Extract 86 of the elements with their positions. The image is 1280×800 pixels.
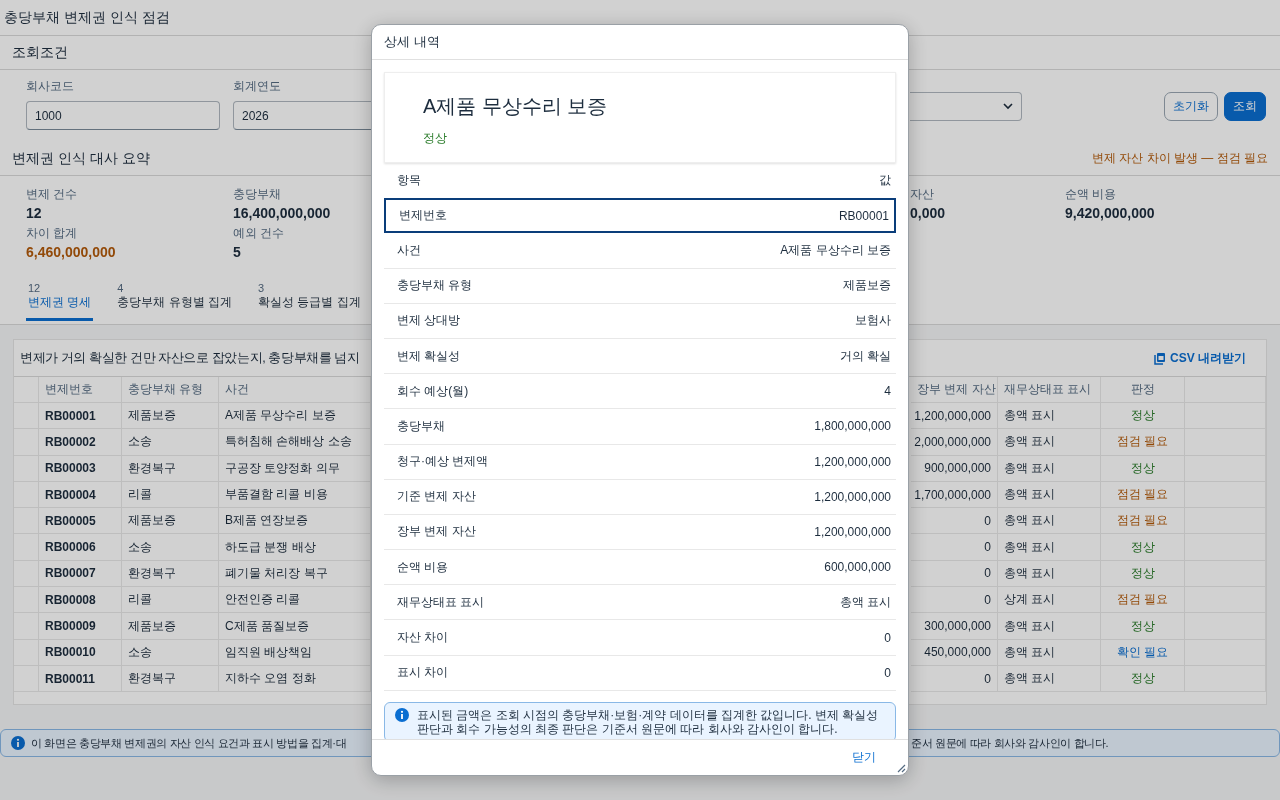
table-cell: 제품보증 xyxy=(122,403,219,430)
table-cell: RB00007 xyxy=(39,560,122,588)
table-cell: 총액 표시 xyxy=(998,403,1101,430)
status-text: 점검 필요 xyxy=(1101,587,1185,614)
status-text: 정상 xyxy=(1101,560,1185,588)
table-cell: 총액 표시 xyxy=(998,455,1101,482)
table-cell: 총액 표시 xyxy=(998,560,1101,588)
column-header: 재무상태표 표시 xyxy=(998,377,1101,403)
table-cell: 총액 표시 xyxy=(998,534,1101,561)
table-cell: 리콜 xyxy=(122,587,219,614)
column-header: 값 xyxy=(879,172,891,190)
dialog-title: 상세 내역 xyxy=(384,33,440,51)
field-label: 회계연도 xyxy=(233,78,282,95)
alert-text: 변제 자산 차이 발생 — 점검 필요 xyxy=(1092,150,1268,167)
metric-value: 9,420,000,000 xyxy=(1065,205,1156,221)
table-cell: RB00006 xyxy=(39,534,122,561)
table-cell: RB00010 xyxy=(39,639,122,666)
table-cell: 총액 표시 xyxy=(998,508,1101,535)
table-cell: 450,000,000 xyxy=(911,639,998,666)
table-cell: RB00009 xyxy=(39,613,122,640)
info-text: 이 화면은 충당부채 변제권의 자산 인식 요건과 표시 방법을 집계·대 xyxy=(31,735,347,751)
table-cell: RB00011 xyxy=(39,665,122,693)
status-text: 정상 xyxy=(1101,534,1185,561)
table-cell: 0 xyxy=(911,560,998,588)
table-cell: RB00004 xyxy=(39,481,122,509)
status-text: 점검 필요 xyxy=(1101,429,1185,456)
info-text: 준서 원문에 따라 회사와 감사인이 합니다. xyxy=(911,735,1109,751)
metric-value: 12 xyxy=(26,205,43,221)
status-text: 정상 xyxy=(1101,613,1185,640)
column-header: 장부 변제 자산 xyxy=(911,377,998,403)
metric-value: 5 xyxy=(233,244,242,260)
status-text: 정상 xyxy=(423,130,448,147)
table-cell: 총액 표시 xyxy=(998,429,1101,456)
table-cell: 1,200,000,000 xyxy=(911,403,998,430)
metric-label: 순액 비용 xyxy=(1065,186,1118,203)
table-cell: 환경복구 xyxy=(122,665,219,693)
metric-value: 6,460,000,000 xyxy=(26,244,117,260)
table-cell: 환경복구 xyxy=(122,455,219,482)
metric-label: 충당부채 xyxy=(233,186,282,203)
section-title: 변제권 인식 대사 요약 xyxy=(12,149,150,168)
table-cell: RB00008 xyxy=(39,587,122,614)
panel-title: 조회조건 xyxy=(12,43,68,62)
table-cell: RB00002 xyxy=(39,429,122,456)
table-cell: 소송 xyxy=(122,639,219,666)
table-cell: 총액 표시 xyxy=(998,481,1101,509)
metric-label: 변제 건수 xyxy=(26,186,79,203)
status-text: 확인 필요 xyxy=(1101,639,1185,666)
table-cell: RB00005 xyxy=(39,508,122,535)
table-cell: 소송 xyxy=(122,429,219,456)
table-cell: RB00001 xyxy=(39,403,122,430)
table-caption: 변제가 거의 확실한 건만 자산으로 잡았는지, 충당부채를 넘지 xyxy=(19,349,360,367)
table-cell: 환경복구 xyxy=(122,560,219,588)
table-cell: RB00003 xyxy=(39,455,122,482)
status-text: 점검 필요 xyxy=(1101,508,1185,535)
metric-label: 자산 xyxy=(910,186,935,203)
table-cell: 900,000,000 xyxy=(911,455,998,482)
metric-value: 0,000 xyxy=(910,205,947,221)
table-cell: 0 xyxy=(911,587,998,614)
table-cell: 총액 표시 xyxy=(998,665,1101,693)
status-text: 정상 xyxy=(1101,455,1185,482)
metric-value: 16,400,000,000 xyxy=(233,205,332,221)
field-label: 회사코드 xyxy=(26,78,75,95)
column-header: 항목 xyxy=(397,172,421,190)
column-header: 충당부채 유형 xyxy=(122,377,219,403)
table-cell: 제품보증 xyxy=(122,508,219,535)
status-text: 점검 필요 xyxy=(1101,481,1185,509)
column-header: 판정 xyxy=(1101,377,1185,403)
table-cell: 총액 표시 xyxy=(998,639,1101,666)
table-cell: 상계 표시 xyxy=(998,587,1101,614)
metric-label: 예외 건수 xyxy=(233,225,286,242)
table-cell: 제품보증 xyxy=(122,613,219,640)
table-cell: 0 xyxy=(911,508,998,535)
page-title: 충당부채 변제권 인식 점검 xyxy=(4,8,170,27)
table-cell: 리콜 xyxy=(122,481,219,509)
metric-label: 차이 합계 xyxy=(26,225,79,242)
note-text: 표시된 금액은 조회 시점의 충당부채·보험·계약 데이터를 집계한 값입니다. 변제 확실성 판단과 회수 가능성의 최종 판단은 기준서 원문에 따라 회사와 감사인이 합니다. xyxy=(417,707,880,736)
table-cell: 0 xyxy=(911,534,998,561)
table-cell: 소송 xyxy=(122,534,219,561)
status-text: 정상 xyxy=(1101,665,1185,693)
column-header: 변제번호 xyxy=(39,377,122,403)
table-cell: 총액 표시 xyxy=(998,613,1101,640)
table-cell: 1,700,000,000 xyxy=(911,481,998,509)
table-cell: 0 xyxy=(911,665,998,693)
table-cell: 2,000,000,000 xyxy=(911,429,998,456)
status-text: 정상 xyxy=(1101,403,1185,430)
table-cell: 300,000,000 xyxy=(911,613,998,640)
